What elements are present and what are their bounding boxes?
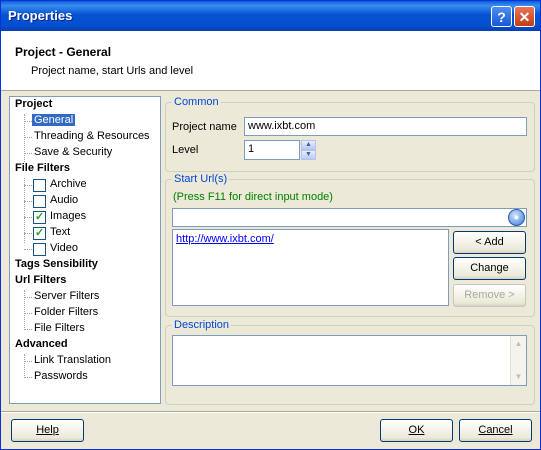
tree-item-images[interactable]: Images	[50, 210, 86, 222]
audio-checkbox[interactable]	[33, 195, 46, 208]
cancel-button-label: Cancel	[478, 424, 513, 436]
check-icon: ✓	[35, 227, 45, 239]
project-name-field[interactable]: www.ixbt.com	[244, 117, 527, 136]
tree-line	[24, 377, 32, 378]
tree-item-advanced[interactable]: Advanced	[15, 338, 68, 350]
tree-item-audio[interactable]: Audio	[50, 194, 78, 206]
page-subtitle: Project name, start Urls and level	[31, 65, 194, 77]
start-urls-group-title: Start Url(s)	[172, 173, 230, 185]
window-title: Properties	[8, 8, 73, 23]
tree-line	[24, 290, 25, 330]
scroll-up-icon[interactable]: ▲	[511, 336, 526, 352]
remove-url-button[interactable]: Remove >	[453, 284, 526, 307]
list-item[interactable]: http://www.ixbt.com/	[176, 233, 274, 245]
url-input[interactable]	[172, 208, 527, 227]
chevron-down-icon[interactable]: ▼	[301, 150, 316, 160]
close-icon[interactable]: ✕	[514, 6, 535, 27]
video-checkbox[interactable]	[33, 243, 46, 256]
description-group-title: Description	[172, 319, 232, 331]
tree-line	[24, 329, 32, 330]
tree-line	[24, 121, 32, 122]
project-name-label: Project name	[172, 121, 237, 133]
tree-item-server-filters[interactable]: Server Filters	[34, 290, 99, 302]
tree-line	[24, 137, 32, 138]
tree-item-passwords[interactable]: Passwords	[34, 370, 88, 382]
change-url-button[interactable]: Change	[453, 257, 526, 280]
description-field[interactable]	[172, 335, 527, 386]
page-title: Project - General	[15, 45, 112, 59]
tree-line	[24, 217, 32, 218]
tree-item-project[interactable]: Project	[15, 98, 52, 110]
page-header: Project - General Project name, start Ur…	[1, 31, 540, 91]
check-icon: ✓	[35, 211, 45, 223]
tree-item-url-filters[interactable]: Url Filters	[15, 274, 66, 286]
help-button[interactable]: Help	[11, 419, 84, 442]
tree-line	[24, 249, 32, 250]
add-url-button[interactable]: < Add	[453, 231, 526, 254]
tree-line	[24, 313, 32, 314]
tree-item-threading-resources[interactable]: Threading & Resources	[34, 130, 150, 142]
tree-item-general[interactable]: General	[32, 114, 76, 126]
images-checkbox[interactable]: ✓	[33, 211, 46, 224]
description-scrollbar[interactable]: ▲ ▼	[510, 336, 526, 385]
tree-item-tags-sensibility[interactable]: Tags Sensibility	[15, 258, 98, 270]
ok-button[interactable]: OK	[380, 419, 453, 442]
tree-line	[24, 185, 32, 186]
level-label: Level	[172, 144, 199, 156]
common-group: Common	[165, 96, 535, 172]
cancel-button[interactable]: Cancel	[459, 419, 532, 442]
tree-item-save-security[interactable]: Save & Security	[34, 146, 112, 158]
tree-item-video[interactable]: Video	[50, 242, 78, 254]
tree-line	[24, 153, 32, 154]
title-bar[interactable]: Properties ? ✕	[1, 1, 540, 31]
tree-line	[24, 201, 32, 202]
archive-checkbox[interactable]	[33, 179, 46, 192]
common-group-title: Common	[172, 96, 221, 108]
help-button-label: Help	[36, 424, 59, 436]
properties-dialog: Properties ? ✕ Project - General Project…	[0, 0, 541, 450]
level-field[interactable]: 1	[244, 140, 300, 160]
tree-item-text[interactable]: Text	[50, 226, 70, 238]
tree-item-file-filters-url[interactable]: File Filters	[34, 322, 85, 334]
text-checkbox[interactable]: ✓	[33, 227, 46, 240]
tree-line	[24, 297, 32, 298]
settings-tree[interactable]: Project General Threading & Resources Sa…	[9, 96, 161, 404]
tree-line	[24, 361, 32, 362]
tree-item-archive[interactable]: Archive	[50, 178, 87, 190]
tree-line	[24, 354, 25, 378]
tree-item-folder-filters[interactable]: Folder Filters	[34, 306, 98, 318]
ok-button-label: OK	[408, 424, 425, 436]
browse-icon[interactable]: ●	[508, 209, 525, 226]
url-list[interactable]: http://www.ixbt.com/	[172, 229, 449, 306]
tree-item-file-filters[interactable]: File Filters	[15, 162, 70, 174]
chevron-up-icon[interactable]: ▲	[301, 140, 316, 150]
tree-line	[24, 233, 32, 234]
level-stepper[interactable]: ▲ ▼	[301, 140, 316, 160]
help-icon[interactable]: ?	[491, 6, 512, 27]
tree-item-link-translation[interactable]: Link Translation	[34, 354, 111, 366]
direct-input-hint: (Press F11 for direct input mode)	[173, 191, 333, 203]
footer-separator	[1, 411, 540, 413]
scroll-down-icon[interactable]: ▼	[511, 369, 526, 385]
